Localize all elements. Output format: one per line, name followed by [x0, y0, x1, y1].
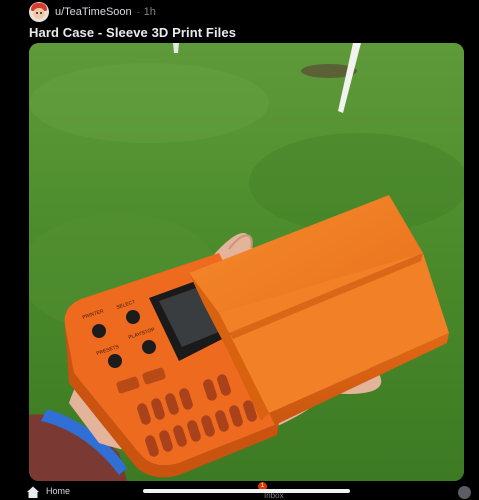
home-indicator — [143, 489, 350, 493]
post-image[interactable]: PRINTER SELECT PRESETS PLAY/STOP — [29, 43, 464, 481]
post-title[interactable]: Hard Case - Sleeve 3D Print Files — [29, 25, 236, 40]
nav-home-label[interactable]: Home — [46, 486, 70, 496]
post-header: u/TeaTimeSoon · 1h — [29, 0, 156, 24]
profile-avatar[interactable] — [458, 486, 471, 499]
bottom-navigation: Home 1 Inbox — [0, 482, 479, 500]
user-avatar[interactable] — [29, 2, 49, 22]
home-icon[interactable] — [26, 485, 40, 499]
meta-separator: · — [136, 7, 140, 17]
post-timestamp: 1h — [143, 6, 156, 18]
photo-orange-device-in-case: PRINTER SELECT PRESETS PLAY/STOP — [29, 43, 464, 481]
author-link[interactable]: u/TeaTimeSoon — [55, 6, 132, 18]
